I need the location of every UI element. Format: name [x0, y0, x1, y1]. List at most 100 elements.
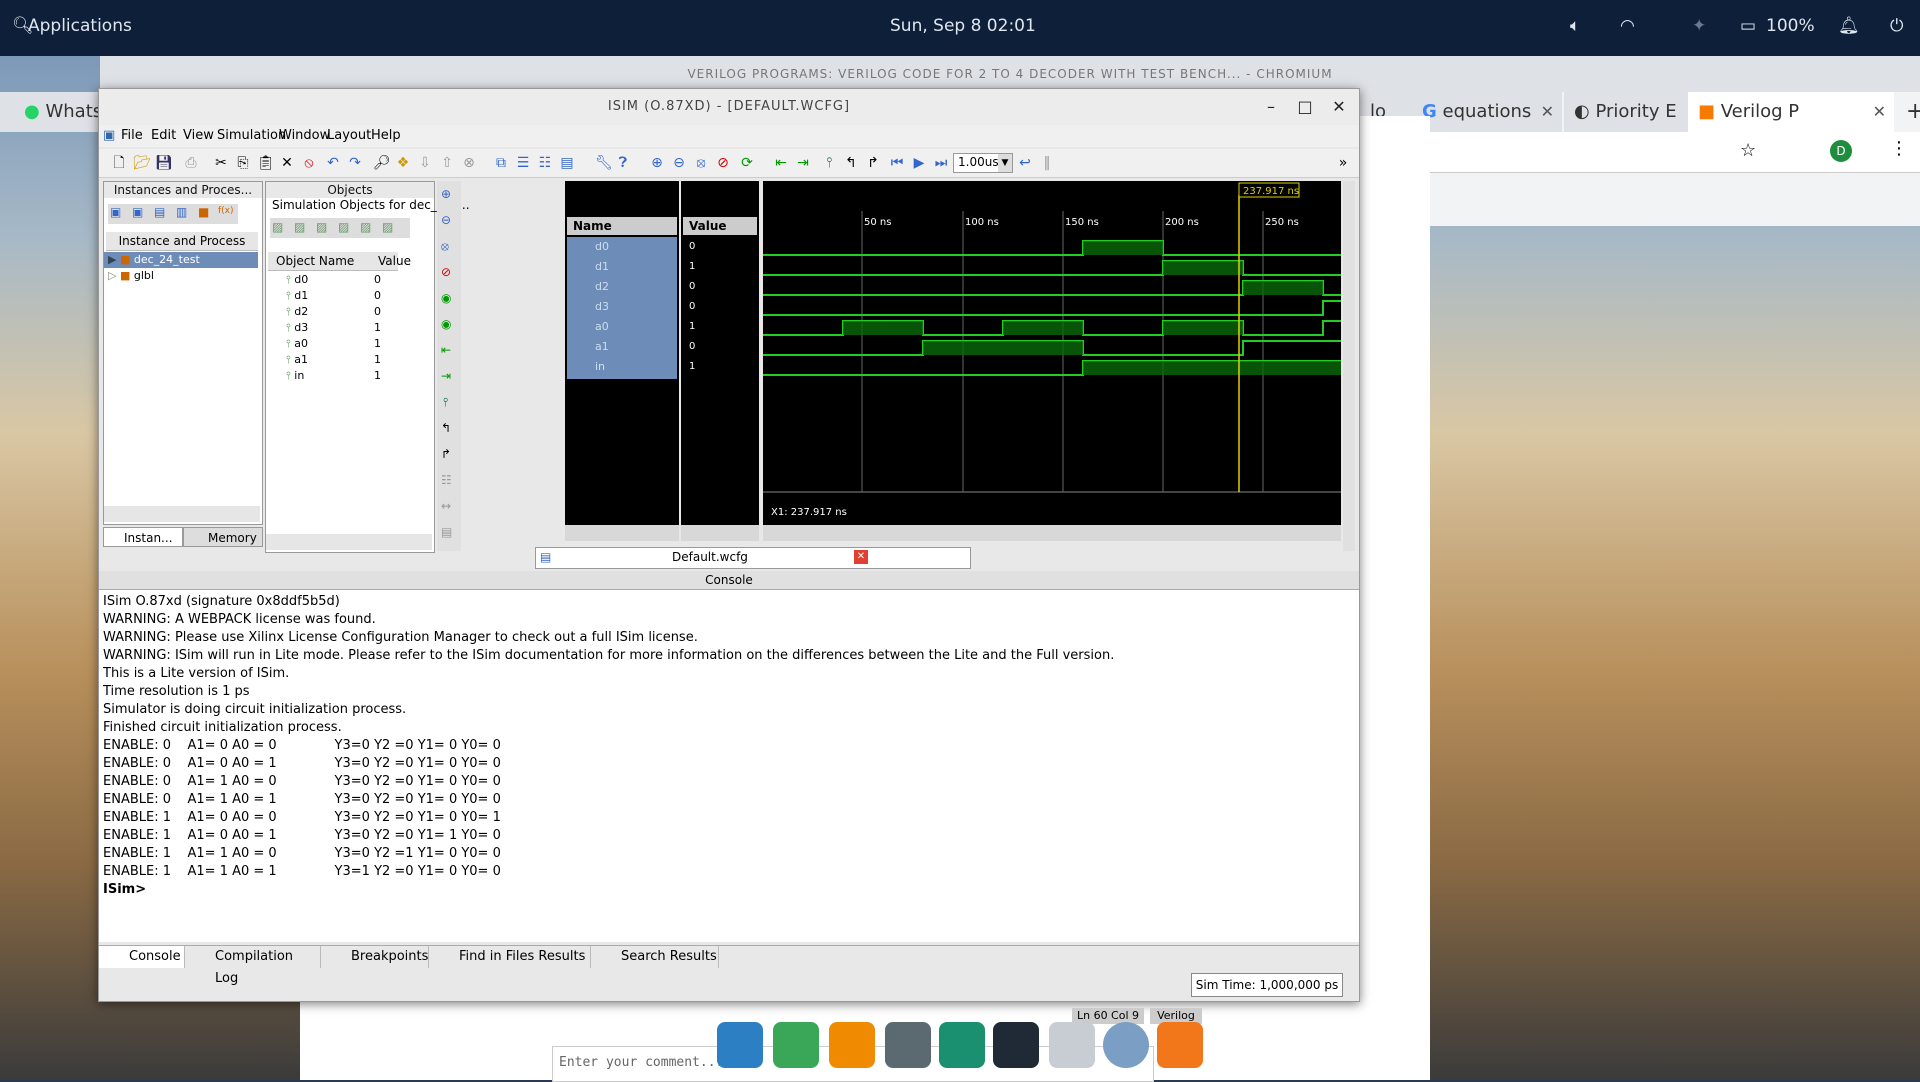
tab-breakpoints[interactable]: Breakpoints [321, 946, 429, 968]
table-row[interactable]: ⫯ d0 0 [266, 272, 430, 288]
break-icon[interactable]: ‖ [1039, 155, 1055, 171]
menu-window[interactable]: Window [279, 128, 330, 143]
close-button[interactable]: ✕ [1322, 89, 1356, 125]
tab-instances[interactable]: Instan... [103, 527, 183, 547]
tab-search-results[interactable]: Search Results [591, 946, 719, 968]
menu-simulation[interactable]: Simulation [217, 128, 286, 143]
function-icon[interactable]: f(x) [218, 206, 234, 216]
signal-name[interactable]: a1 [595, 337, 609, 357]
files-icon[interactable] [885, 1022, 931, 1068]
float-icon[interactable]: ▤ [441, 525, 452, 539]
zoom-cursor-icon[interactable]: ⊘ [715, 155, 731, 171]
go-to-start-icon[interactable]: ⇤ [773, 155, 789, 171]
instances-column-header[interactable]: Instance and Process Name [106, 232, 258, 266]
table-row[interactable]: ⫯ d2 0 [266, 304, 430, 320]
signal-name[interactable]: a0 [595, 317, 609, 337]
tab-console[interactable]: Console [99, 946, 185, 968]
restart-icon[interactable]: ⏮ [889, 155, 905, 171]
clock[interactable]: Sun, Sep 8 02:01 [890, 16, 1036, 36]
chevron-down-icon[interactable]: ▼ [998, 154, 1012, 172]
tree-item[interactable]: ▷ ■ glbl [104, 268, 258, 284]
zoom-out-icon[interactable]: ⊖ [671, 155, 687, 171]
horizontal-scrollbar[interactable] [565, 525, 679, 541]
find-in-files-icon[interactable]: ❖ [395, 155, 411, 171]
waveform-canvas[interactable]: 50 ns 100 ns 150 ns 200 ns 250 ns 237.91… [763, 181, 1341, 525]
table-row[interactable]: ⫯ d1 0 [266, 288, 430, 304]
menu-view[interactable]: View [183, 128, 214, 143]
signal-filter-icon[interactable]: ▨ [272, 220, 283, 234]
stop-icon[interactable]: ⦸ [301, 155, 317, 171]
constant-filter-icon[interactable]: ▨ [382, 220, 393, 234]
cursor-icon[interactable]: ⫯ [443, 395, 448, 410]
cut-icon[interactable]: ✂ [213, 155, 229, 171]
name-column-header[interactable]: Name [567, 217, 677, 235]
zoom-fit-icon[interactable]: ⦻ [693, 155, 709, 171]
zoom-cursor-icon[interactable]: ⊘ [441, 265, 451, 279]
horizontal-scrollbar[interactable] [266, 534, 432, 550]
close-icon[interactable]: ✕ [1873, 92, 1886, 132]
browser-tab-verilog[interactable]: ■ Verilog P ✕ [1688, 92, 1894, 132]
arrow-up-icon[interactable]: ⇧ [439, 155, 455, 171]
vlc-icon[interactable] [829, 1022, 875, 1068]
inout-filter-icon[interactable]: ▨ [338, 220, 349, 234]
cascade-icon[interactable]: ⧉ [493, 155, 509, 171]
maximize-button[interactable]: □ [1288, 89, 1322, 125]
chromium-icon[interactable] [1103, 1022, 1149, 1068]
profile-avatar[interactable]: D [1830, 140, 1852, 162]
comment-input[interactable]: Enter your comment... [559, 1055, 723, 1070]
sort-icon[interactable]: ▤ [154, 205, 165, 219]
menu-help[interactable]: Help [371, 128, 401, 143]
settings-icon[interactable]: 🔧︎ [595, 155, 613, 171]
help-icon[interactable]: ❓︎ [615, 155, 631, 171]
waveform-area[interactable]: 50 ns 100 ns 150 ns 200 ns 250 ns 237.91… [763, 181, 1341, 541]
menu-file[interactable]: File [121, 128, 143, 143]
menu-layout[interactable]: Layout [327, 128, 371, 143]
print-icon[interactable]: ⎙ [183, 155, 199, 171]
console-output[interactable]: ISim O.87xd (signature 0x8ddf5b5d) WARNI… [99, 589, 1359, 942]
next-marker-icon[interactable]: ⇥ [441, 369, 451, 383]
run-time-select[interactable]: 1.00us ▼ [953, 153, 1013, 173]
column-header-name[interactable]: Object Name [276, 252, 354, 270]
expand-icon[interactable]: ▣ [110, 205, 121, 219]
arrow-down-icon[interactable]: ⇩ [417, 155, 433, 171]
next-transition-icon[interactable]: ↱ [865, 155, 881, 171]
collapse-icon[interactable]: ▣ [132, 205, 143, 219]
zoom-full-icon[interactable]: ⦻ [441, 239, 449, 254]
paste-icon[interactable]: 📋︎ [257, 155, 275, 171]
table-row[interactable]: ⫯ d3 1 [266, 320, 430, 336]
applications-menu[interactable]: Applications [28, 16, 132, 36]
step-icon[interactable]: ↩ [1017, 155, 1033, 171]
signal-name[interactable]: d3 [595, 297, 609, 317]
settings-icon[interactable] [939, 1022, 985, 1068]
previous-marker-icon[interactable]: ⇤ [441, 343, 451, 357]
toolbar-overflow-icon[interactable]: » [1335, 155, 1351, 171]
next-transition-icon[interactable]: ↱ [441, 447, 451, 461]
signal-name[interactable]: in [595, 357, 605, 377]
output-filter-icon[interactable]: ▨ [316, 220, 327, 234]
zoom-in-icon[interactable]: ⊕ [649, 155, 665, 171]
vertical-scrollbar[interactable] [1343, 181, 1355, 551]
tile-vertical-icon[interactable]: ☷ [537, 155, 553, 171]
run-all-icon[interactable]: ▶ [911, 155, 927, 171]
close-icon[interactable]: ✕ [854, 550, 868, 564]
volume-icon[interactable]: 🔈︎ [1570, 16, 1580, 36]
copy-icon[interactable]: ⎘ [235, 155, 251, 171]
tab-find-in-files[interactable]: Find in Files Results [429, 946, 591, 968]
input-filter-icon[interactable]: ▨ [294, 220, 305, 234]
table-row[interactable]: ⫯ a0 1 [266, 336, 430, 352]
pdf-icon[interactable] [1157, 1022, 1203, 1068]
tab-default-wcfg[interactable]: ▤ Default.wcfg ✕ [535, 547, 971, 569]
table-row[interactable]: ⫯ in 1 [266, 368, 430, 384]
tree-item[interactable]: ▶ ■ dec_24_test [104, 252, 258, 268]
window-icon[interactable]: ▤ [559, 155, 575, 171]
value-column-header[interactable]: Value [683, 217, 757, 235]
marker-icon[interactable]: ⫯ [821, 155, 837, 171]
table-row[interactable]: ⫯ a1 1 [266, 352, 430, 368]
remove-marker-icon[interactable]: ◉ [441, 317, 451, 331]
horizontal-scrollbar[interactable] [104, 506, 260, 522]
cancel-icon[interactable]: ⊗ [461, 155, 477, 171]
redo-icon[interactable]: ↷ [347, 155, 363, 171]
console-prompt[interactable]: ISim> [103, 882, 146, 897]
previous-transition-icon[interactable]: ↰ [441, 421, 451, 435]
save-icon[interactable]: 💾︎ [155, 155, 173, 171]
